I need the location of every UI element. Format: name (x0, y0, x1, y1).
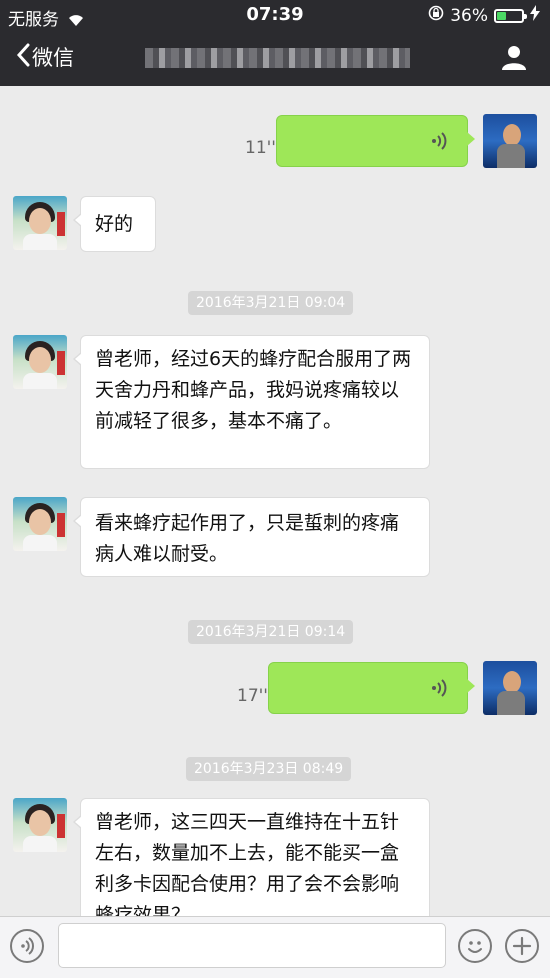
message-input[interactable] (58, 923, 446, 968)
voice-message-bubble[interactable] (276, 115, 475, 167)
input-bar (0, 916, 550, 978)
text-message-bubble[interactable]: 曾老师，经过6天的蜂疗配合服用了两天舍力丹和蜂产品，我妈说疼痛较以前减轻了很多，… (73, 335, 430, 469)
chat-area[interactable]: 11'' 好的 2016年3月21日 09:04 曾老师，经过6天的蜂疗配合服用… (0, 86, 550, 916)
person-icon (502, 46, 526, 70)
voice-message-bubble[interactable] (268, 662, 475, 714)
contact-avatar[interactable] (13, 196, 67, 250)
message-text: 看来蜂疗起作用了，只是蜇刺的疼痛病人难以耐受。 (95, 512, 400, 565)
timestamp: 2016年3月21日 09:14 (188, 620, 354, 644)
timestamp: 2016年3月23日 08:49 (186, 757, 352, 781)
voice-duration: 17'' (237, 686, 268, 706)
back-label: 微信 (32, 46, 74, 70)
voice-wave-icon (431, 677, 447, 708)
message-text: 曾老师，经过6天的蜂疗配合服用了两天舍力丹和蜂产品，我妈说疼痛较以前减轻了很多，… (95, 348, 412, 432)
status-bar: 无服务 07:39 36% (0, 0, 550, 30)
text-message-bubble[interactable]: 好的 (73, 196, 156, 252)
rotation-lock-icon (428, 5, 444, 26)
text-message-bubble[interactable]: 看来蜂疗起作用了，只是蜇刺的疼痛病人难以耐受。 (73, 497, 430, 577)
contact-avatar[interactable] (13, 335, 67, 389)
message-text: 曾老师，这三四天一直维持在十五针左右，数量加不上去，能不能买一盒利多卡因配合使用… (95, 811, 400, 916)
smiley-icon (468, 941, 482, 953)
plus-icon (512, 936, 532, 956)
more-button[interactable] (505, 929, 539, 963)
my-avatar[interactable] (483, 661, 537, 715)
chat-title-blurred (145, 48, 410, 68)
voice-wave-icon (431, 130, 447, 161)
voice-duration: 11'' (245, 138, 276, 158)
text-message-bubble[interactable]: 曾老师，这三四天一直维持在十五针左右，数量加不上去，能不能买一盒利多卡因配合使用… (73, 798, 430, 916)
back-button[interactable]: 微信 (16, 42, 74, 72)
emoji-button[interactable] (458, 929, 492, 963)
battery-percent: 36% (450, 5, 488, 26)
battery-icon (494, 8, 527, 23)
contact-avatar[interactable] (13, 497, 67, 551)
voice-input-button[interactable] (10, 929, 44, 963)
my-avatar[interactable] (483, 114, 537, 168)
charging-icon (530, 5, 540, 26)
profile-button[interactable] (500, 43, 528, 71)
chevron-left-icon (16, 43, 30, 72)
timestamp: 2016年3月21日 09:04 (188, 291, 354, 315)
contact-avatar[interactable] (13, 798, 67, 852)
voice-wave-icon (21, 937, 34, 955)
message-text: 好的 (95, 213, 134, 235)
nav-bar: 微信 (0, 30, 550, 86)
